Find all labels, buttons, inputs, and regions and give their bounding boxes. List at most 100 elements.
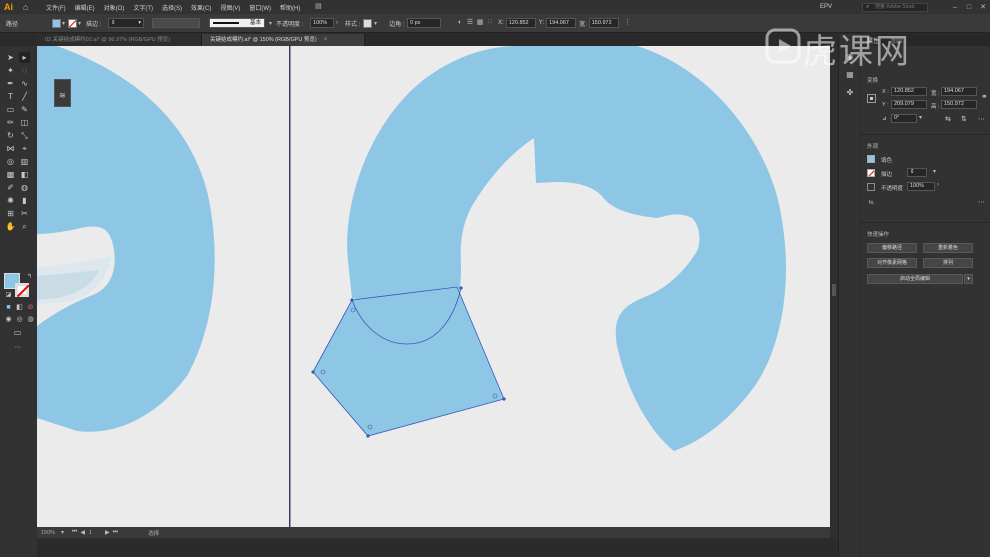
pen-tool-icon[interactable]: ✒ — [5, 78, 16, 89]
artboard-number[interactable]: 1 — [89, 530, 105, 536]
mesh-tool-icon[interactable]: ▩ — [5, 169, 16, 180]
constrain-proportions-icon[interactable]: ⚭ — [981, 92, 988, 101]
curvature-tool-icon[interactable]: ∿ — [19, 78, 30, 89]
w-field[interactable]: 194.067 — [941, 87, 977, 96]
corner-radius-field[interactable]: 0 px — [407, 18, 442, 28]
stroke-color-box[interactable] — [15, 283, 29, 297]
arrange-button[interactable]: 排列 — [923, 258, 973, 268]
recolor-button[interactable]: 重新着色 — [923, 243, 973, 253]
selected-pentagon[interactable] — [312, 286, 505, 437]
free-transform-icon[interactable]: ⌖ — [19, 143, 30, 154]
edit-toolbar-icon[interactable]: ··· — [12, 342, 23, 353]
paintbrush-icon[interactable]: ✎ — [19, 104, 30, 115]
perspective-grid-icon[interactable]: ▥ — [19, 156, 30, 167]
rectangle-tool-icon[interactable]: ▭ — [5, 104, 16, 115]
none-mode-icon[interactable]: ⊘ — [25, 302, 36, 313]
fill-swatch[interactable] — [52, 18, 61, 28]
appearance-more-icon[interactable]: ⋯ — [978, 198, 985, 206]
variable-width-field[interactable] — [152, 18, 201, 28]
blend-tool-icon[interactable]: ◍ — [19, 182, 30, 193]
stroke-dropdown-icon[interactable]: ▾ — [78, 20, 81, 27]
control-y-field[interactable]: 194.067 — [546, 18, 577, 28]
draw-mode-icon[interactable]: ◉ — [3, 314, 14, 325]
more-transform-icon[interactable]: ⋯ — [978, 115, 985, 123]
menu-help[interactable]: 帮助(H) — [280, 3, 300, 12]
opacity-field[interactable]: 100% — [907, 182, 935, 191]
width-tool-icon[interactable]: ⋈ — [5, 143, 16, 154]
stroke-weight-field[interactable]: ⇕ ▾ — [108, 18, 145, 28]
h-field[interactable]: 150.972 — [941, 100, 977, 109]
menu-type[interactable]: 文字(T) — [133, 3, 153, 12]
line-tool-icon[interactable]: ╱ — [19, 91, 30, 102]
tab-document-2[interactable]: 关键结成模约.ai* @ 150% (RGB/GPU 预览) × — [202, 34, 365, 46]
control-x-field[interactable]: 120.852 — [505, 18, 536, 28]
menu-select[interactable]: 选择(S) — [162, 3, 182, 12]
anchor-point[interactable] — [366, 434, 370, 438]
home-icon[interactable]: ⌂ — [23, 2, 32, 12]
brush-dropdown-icon[interactable]: ▾ — [269, 20, 272, 27]
anchor-point[interactable] — [350, 298, 354, 302]
reference-point-icon[interactable]: ⁙ — [485, 18, 495, 28]
column-graph-icon[interactable]: ▮ — [19, 195, 30, 206]
appearance-fill-swatch[interactable] — [867, 155, 875, 163]
prev-artboard-icon[interactable]: ◀ — [80, 529, 85, 536]
menu-effect[interactable]: 效果(C) — [191, 3, 211, 12]
zoom-tool-icon[interactable]: ⌕ — [19, 221, 30, 232]
global-edit-options-button[interactable]: ▾ — [964, 274, 973, 284]
last-artboard-icon[interactable]: ⏭ — [113, 529, 118, 536]
artboard-tool-icon[interactable]: ⊞ — [5, 208, 16, 219]
opacity-arrow-icon[interactable]: › — [937, 182, 939, 188]
offset-path-button[interactable]: 偏移路径 — [867, 243, 917, 253]
magic-wand-icon[interactable]: ✦ — [5, 65, 16, 76]
stock-search-input[interactable]: ⌕ 搜索 Adobe Stock — [862, 2, 928, 12]
menu-view[interactable]: 视图(V) — [220, 3, 240, 12]
draw-inside-icon[interactable]: ◎ — [14, 314, 25, 325]
anchor-point[interactable] — [311, 370, 315, 374]
opacity-field[interactable]: 100% — [310, 18, 335, 28]
zoom-dropdown-icon[interactable]: ▾ — [61, 529, 64, 536]
minimize-button[interactable]: – — [948, 4, 962, 11]
anchor-point[interactable] — [459, 286, 463, 290]
flip-horizontal-icon[interactable]: ⇆ — [945, 115, 951, 123]
vertical-scrollbar[interactable] — [830, 46, 838, 538]
align-pixel-grid-button[interactable]: 对齐像素网格 — [867, 258, 917, 268]
global-edit-button[interactable]: 启动全局编辑 — [867, 274, 963, 284]
reference-point-selector[interactable] — [867, 94, 876, 103]
eraser-icon[interactable]: ◫ — [19, 117, 30, 128]
maximize-button[interactable]: □ — [962, 4, 976, 11]
artboard-canvas[interactable]: ≋ — [37, 46, 830, 527]
tab-document-1[interactable]: 02.关键结成模约02.ai* @ 96.97% (RGB/GPU 预览) — [37, 34, 202, 46]
symbol-sprayer-icon[interactable]: ✺ — [5, 195, 16, 206]
floating-layers-panel[interactable]: ≋ — [54, 79, 71, 107]
slice-tool-icon[interactable]: ✂ — [19, 208, 30, 219]
brush-style-field[interactable]: 基本 — [209, 18, 266, 28]
anchor-point[interactable] — [502, 397, 506, 401]
type-tool-icon[interactable]: T — [5, 91, 16, 102]
stroke-weight-dropdown-icon[interactable]: ▾ — [933, 168, 936, 175]
swap-colors-icon[interactable]: ↰ — [24, 272, 35, 283]
gradient-tool-icon[interactable]: ◧ — [19, 169, 30, 180]
fill-dropdown-icon[interactable]: ▾ — [62, 20, 65, 27]
pencil-icon[interactable]: ✏ — [5, 117, 16, 128]
opacity-dropdown-icon[interactable]: › — [336, 20, 338, 26]
rotate-icon[interactable]: ↻ — [5, 130, 16, 141]
shape-builder-icon[interactable]: ◎ — [5, 156, 16, 167]
scrollbar-thumb[interactable] — [832, 284, 836, 296]
next-artboard-icon[interactable]: ▶ — [105, 529, 110, 536]
recolor-icon[interactable]: ◐ — [455, 18, 465, 28]
first-artboard-icon[interactable]: ⏮ — [72, 529, 77, 536]
layers-icon[interactable]: ≋ — [59, 91, 66, 100]
menu-window[interactable]: 窗口(W) — [249, 3, 271, 12]
stroke-weight-field[interactable]: ⇕ — [907, 168, 927, 177]
y-field[interactable]: 209.079 — [891, 100, 927, 109]
screen-mode-icon[interactable]: ▭ — [12, 327, 23, 338]
brushes-panel-icon[interactable]: ✤ — [845, 88, 855, 98]
control-w-field[interactable]: 150.972 — [588, 18, 619, 28]
hand-tool-icon[interactable]: ✋ — [5, 221, 16, 232]
flip-vertical-icon[interactable]: ⇅ — [961, 115, 967, 123]
style-dropdown-icon[interactable]: ▾ — [374, 20, 377, 27]
workspace-switcher[interactable]: EPV — [820, 4, 832, 10]
selection-tool-icon[interactable]: ➤ — [5, 52, 16, 63]
more-options-icon[interactable]: ⋮ — [623, 18, 633, 28]
gradient-mode-icon[interactable]: ◧ — [14, 302, 25, 313]
